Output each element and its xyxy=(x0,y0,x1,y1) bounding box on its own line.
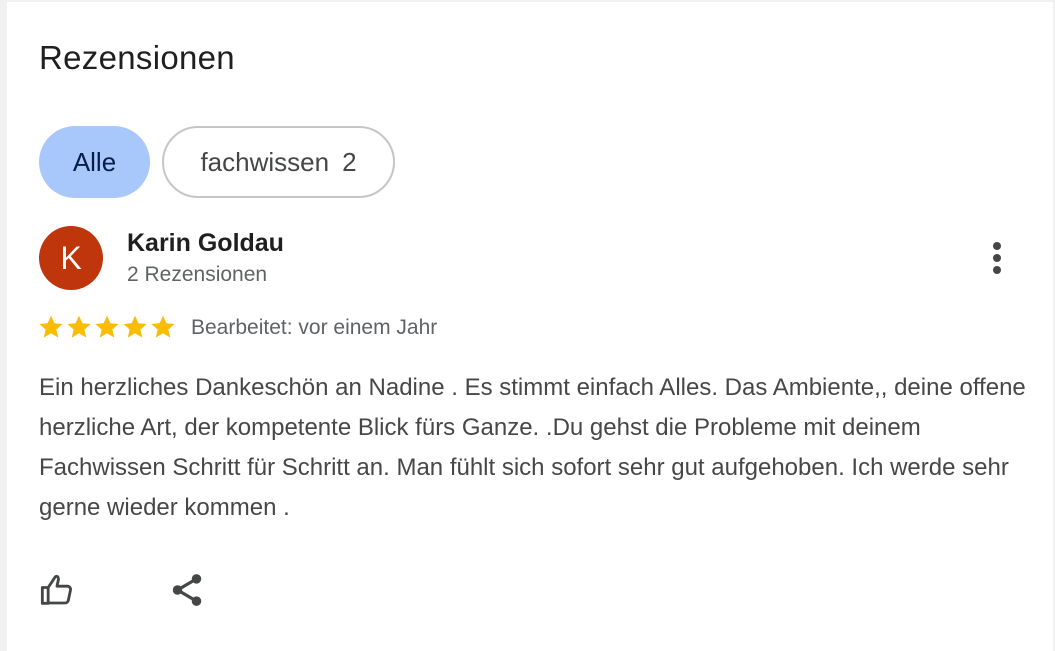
star-icon xyxy=(67,315,91,338)
filter-chip-fachwissen-count: 2 xyxy=(342,147,357,177)
star-icon xyxy=(151,315,175,338)
reviews-card: Rezensionen Alle fachwissen 2 K Karin Go… xyxy=(7,2,1053,651)
share-icon xyxy=(172,574,202,606)
star-icon xyxy=(95,315,119,338)
author-review-count[interactable]: 2 Rezensionen xyxy=(127,262,267,288)
filter-chip-all[interactable]: Alle xyxy=(39,126,150,198)
section-heading: Rezensionen xyxy=(39,39,235,76)
filter-chip-all-label: Alle xyxy=(72,147,117,177)
filter-chip-fachwissen-label: fachwissen xyxy=(200,147,330,177)
star-icon xyxy=(39,315,63,338)
avatar[interactable]: K xyxy=(39,226,103,290)
author-name[interactable]: Karin Goldau xyxy=(127,228,284,258)
star-icon xyxy=(123,315,147,338)
star-rating xyxy=(37,313,177,343)
avatar-initial: K xyxy=(60,239,82,276)
more-vert-icon xyxy=(993,242,1001,274)
share-button[interactable] xyxy=(165,568,209,612)
review-text: Ein herzliches Dankeschön an Nadine . Es… xyxy=(39,374,1026,521)
thumb-up-icon xyxy=(40,574,72,605)
filter-chip-fachwissen[interactable]: fachwissen 2 xyxy=(162,126,395,198)
edited-timestamp: Bearbeitet: vor einem Jahr xyxy=(191,316,438,339)
like-button[interactable] xyxy=(37,568,81,612)
more-options-button[interactable] xyxy=(977,234,1017,282)
